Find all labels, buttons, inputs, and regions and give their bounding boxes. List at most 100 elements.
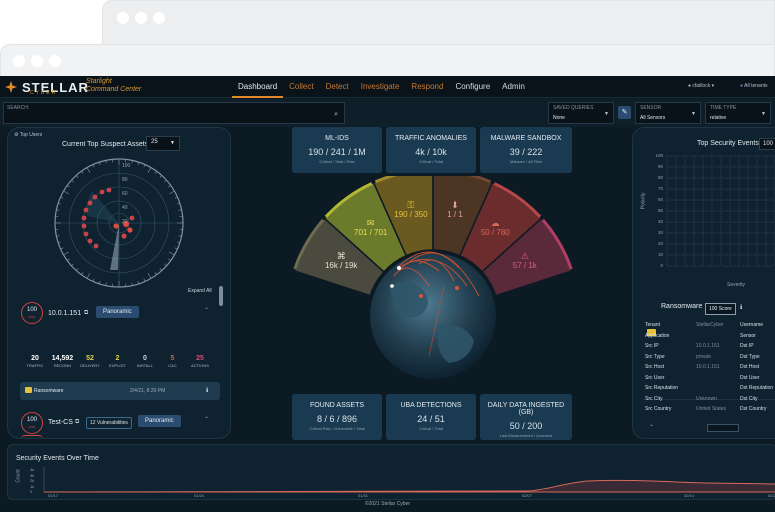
detail-label: Src IP bbox=[645, 343, 659, 349]
card-subtitle: Critical / Total bbox=[419, 159, 443, 164]
nav-item-dashboard[interactable]: Dashboard bbox=[232, 76, 284, 98]
timeline-title: Security Events Over Time bbox=[16, 455, 99, 462]
gauge-value: 16k / 19k bbox=[324, 261, 358, 270]
severity-polarity-chart[interactable] bbox=[633, 150, 775, 280]
time-type-label: TIME TYPE bbox=[710, 105, 737, 111]
envelope-icon bbox=[25, 387, 32, 393]
alert-name: Ransomware bbox=[34, 388, 64, 394]
saved-queries-select[interactable]: SAVED QUERIES None ▼ bbox=[548, 102, 614, 124]
expand-all-link[interactable]: Expand All bbox=[188, 288, 212, 294]
asset-ip[interactable]: 10.0.1.151 bbox=[48, 310, 81, 317]
risk-score: 100 bbox=[26, 307, 37, 313]
panoramic-button[interactable]: Panoramic bbox=[96, 306, 139, 318]
y-tick-label: 0 bbox=[30, 489, 33, 494]
saved-queries-value: None bbox=[553, 115, 565, 121]
gauge-label[interactable]: ✉ 701 / 701 bbox=[343, 218, 399, 237]
event-title: Ransomware bbox=[661, 303, 703, 310]
detail-value: United States bbox=[696, 406, 727, 412]
card-title: DAILY DATA INGESTED (GB) bbox=[487, 402, 565, 416]
vulnerabilities-button[interactable]: 12 Vulnerabilities bbox=[86, 417, 132, 429]
search-input[interactable]: SEARCH: ⌕ bbox=[3, 102, 345, 124]
stat-label: DELIVERY bbox=[80, 363, 100, 368]
y-tick-label: 100 bbox=[655, 153, 663, 158]
top-security-events-panel: Top Security Events 100 100 90 80 70 60 50 40 3… bbox=[632, 127, 775, 439]
asset-name[interactable]: Test-CS bbox=[48, 419, 73, 426]
panoramic-button[interactable]: Panoramic bbox=[138, 415, 181, 427]
risk-radar[interactable] bbox=[52, 156, 186, 290]
gauge-value: 701 / 701 bbox=[354, 228, 388, 238]
card-subtitle: Last Measurement / Licensed bbox=[499, 433, 553, 438]
detail-label: Src Country bbox=[645, 406, 672, 412]
y-tick-label: 20 bbox=[657, 241, 663, 246]
copy-icon[interactable]: ⧉ bbox=[75, 419, 79, 426]
asset-stat-delivery: 52 DELIVERY bbox=[76, 355, 104, 368]
gauge-label[interactable]: ☁ 50 / 780 bbox=[467, 218, 523, 237]
stat-value: 2 bbox=[115, 355, 120, 362]
alert-row[interactable]: Ransomware 2/4/21, 8:20 PM ℹ bbox=[20, 382, 220, 400]
asset-stat-actions: 25 ACTIONS bbox=[186, 355, 214, 368]
card-value: 24 / 51 bbox=[417, 414, 445, 424]
detail-label: Dst User bbox=[740, 374, 760, 381]
metric-card-ml-ids[interactable]: ML-IDS 190 / 241 / 1M Critical / Total / R… bbox=[292, 127, 382, 173]
metric-card-uba-detections[interactable]: UBA DETECTIONS 24 / 51 Critical / Total bbox=[386, 394, 476, 440]
nav-item-detect[interactable]: Detect bbox=[320, 76, 355, 98]
nav-item-respond[interactable]: Respond bbox=[405, 76, 449, 98]
top-users-toggle[interactable]: ⚙ Top Users bbox=[14, 132, 42, 138]
gauge-label[interactable]: ⬇ 1 / 1 bbox=[427, 200, 483, 219]
alert-time: 2/4/21, 8:20 PM bbox=[130, 388, 166, 394]
cloud-icon: ☁ bbox=[490, 218, 500, 229]
stat-value: 52 bbox=[86, 355, 94, 362]
x-tick-label: 01/31 bbox=[358, 493, 369, 498]
metric-card-malware-sandbox[interactable]: MALWARE SANDBOX 39 / 222 Malware / All Fil… bbox=[480, 127, 572, 173]
x-tick-label: 02/21 bbox=[768, 493, 775, 498]
asset-stat-cc: 5 C&C bbox=[159, 355, 187, 368]
globe[interactable] bbox=[370, 253, 496, 379]
envelope-icon: ✉ bbox=[366, 218, 375, 229]
events-over-time-chart[interactable] bbox=[8, 465, 775, 501]
pagination-box[interactable] bbox=[707, 424, 739, 432]
metric-card-found-assets[interactable]: FOUND ASSETS 8 / 6 / 896 Critical Risk / V… bbox=[292, 394, 382, 440]
risk-score-badge: 100 RISK bbox=[21, 412, 43, 434]
browser-window-back bbox=[102, 0, 775, 48]
info-icon[interactable]: ℹ bbox=[206, 387, 208, 394]
nav-item-configure[interactable]: Configure bbox=[449, 76, 496, 98]
y-tick-label: 40 bbox=[657, 219, 663, 224]
scrollbar-thumb[interactable] bbox=[219, 286, 223, 306]
filter-bar: SEARCH: ⌕ SAVED QUERIES None ▼ ✎ SENSOR … bbox=[0, 99, 775, 127]
search-icon[interactable]: ⌕ bbox=[334, 111, 338, 119]
copy-icon[interactable]: ⧉ bbox=[84, 310, 88, 317]
info-icon[interactable]: ℹ bbox=[740, 304, 742, 311]
card-title: MALWARE SANDBOX bbox=[490, 135, 562, 142]
y-tick-label: 3k bbox=[30, 472, 35, 478]
time-type-select[interactable]: TIME TYPE relative ▼ bbox=[705, 102, 771, 124]
chevron-up-icon[interactable]: ⌃ bbox=[204, 416, 209, 423]
tenant-menu[interactable]: ● All tenants bbox=[740, 83, 768, 89]
detail-label: Dst Type bbox=[740, 353, 760, 360]
asset-count-select[interactable]: 25 ▼ bbox=[146, 136, 180, 151]
edit-icon: ✎ bbox=[621, 109, 628, 116]
chevron-down-icon[interactable]: ⌄ bbox=[204, 304, 209, 311]
metric-card-traffic-anomalies[interactable]: TRAFFIC ANOMALIES 4k / 10k Critical / Tota… bbox=[386, 127, 476, 173]
card-title: UBA DETECTIONS bbox=[400, 402, 462, 409]
nav-item-collect[interactable]: Collect bbox=[283, 76, 319, 98]
asset-stat-traffic: 20 TRAFFIC bbox=[21, 355, 49, 368]
detail-label: Src Type bbox=[645, 353, 665, 360]
gauge-label[interactable]: ⌘ 16k / 19k bbox=[313, 251, 369, 270]
chevron-up-icon[interactable]: ⌃ bbox=[649, 424, 654, 431]
y-tick-label: 30 bbox=[657, 230, 663, 235]
alert-icon: ⚠ bbox=[520, 251, 529, 261]
sensor-select[interactable]: SENSOR All Sensors ▼ bbox=[635, 102, 701, 124]
events-count-value: 100 bbox=[763, 141, 774, 147]
nav-item-admin[interactable]: Admin bbox=[496, 76, 531, 98]
edit-query-button[interactable]: ✎ bbox=[618, 106, 631, 119]
gauge-label[interactable]: ⚠ 57 / 1k bbox=[497, 251, 553, 270]
window-dot bbox=[135, 12, 147, 24]
nav-item-investigate[interactable]: Investigate bbox=[355, 76, 406, 98]
asset-count-value: 25 bbox=[151, 139, 158, 145]
user-menu[interactable]: ● cfaillock ▾ bbox=[688, 83, 714, 89]
events-count-select[interactable]: 100 bbox=[759, 138, 775, 150]
card-value: 8 / 6 / 896 bbox=[316, 414, 358, 424]
metric-card-daily-data-ingested-gb[interactable]: DAILY DATA INGESTED (GB) 50 / 200 Last Mea… bbox=[480, 394, 572, 440]
stat-label: INSTALL bbox=[137, 363, 153, 368]
sensor-label: SENSOR bbox=[640, 105, 662, 111]
